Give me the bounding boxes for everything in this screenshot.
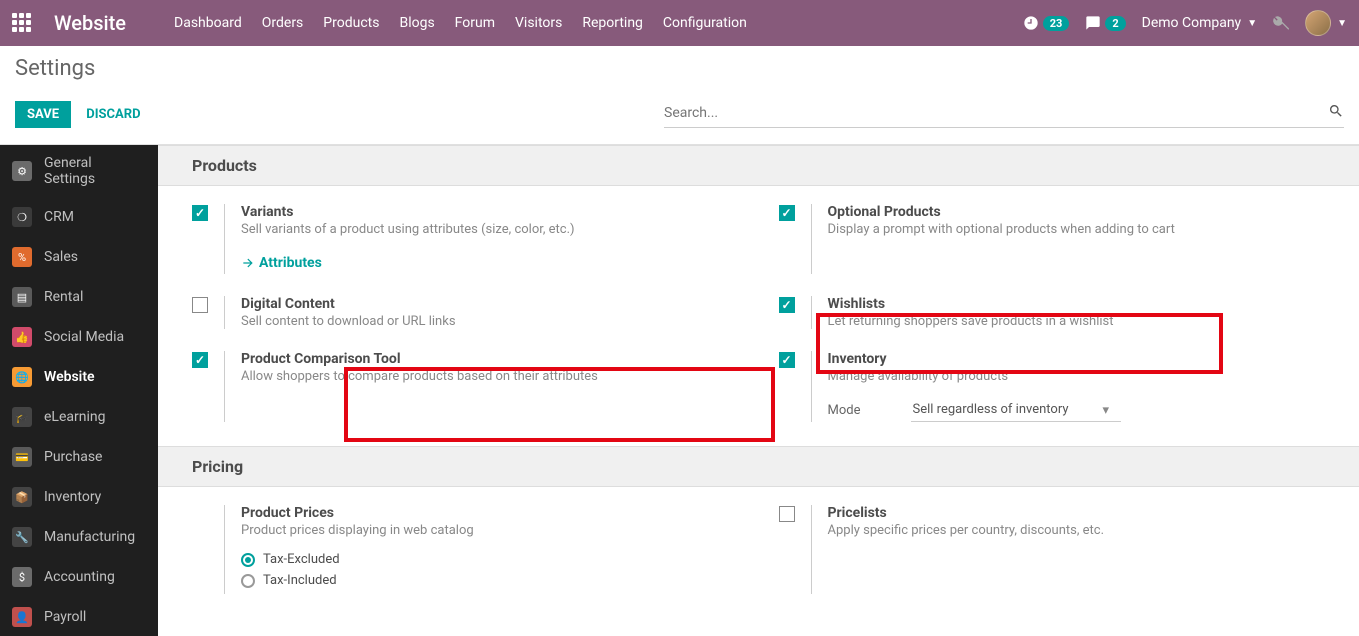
sidebar-icon: $ [12,567,32,587]
setting-pricelists: Pricelists Apply specific prices per cou… [759,487,1346,598]
select-inventory-mode[interactable] [911,398,1121,422]
sidebar-item-inventory[interactable]: 📦 Inventory [0,477,158,517]
apps-icon[interactable] [12,13,32,33]
arrow-right-icon [241,256,255,270]
company-switcher[interactable]: Demo Company▼ [1142,15,1257,31]
save-button[interactable]: SAVE [15,101,71,128]
settings-sidebar: ⚙ General Settings ❍ CRM% Sales ▤ Rental 👍 Socia… [0,145,158,636]
messages-button[interactable]: 2 [1085,15,1125,31]
nav-orders[interactable]: Orders [262,15,304,31]
sidebar-item-website[interactable]: 🌐 Website [0,357,158,397]
link-attributes[interactable]: Attributes [241,255,322,271]
clock-icon [1023,15,1039,31]
top-nav: Website Dashboard Orders Products Blogs … [0,0,1359,46]
desc-variants: Sell variants of a product using attribu… [241,222,739,237]
nav-blogs[interactable]: Blogs [399,15,434,31]
nav-visitors[interactable]: Visitors [515,15,562,31]
sidebar-icon: 🔧 [12,527,32,547]
radio-tax-excluded[interactable]: Tax-Excluded [241,552,739,567]
sidebar-icon: 🎓 [12,407,32,427]
search-input[interactable] [664,99,1328,127]
sidebar-icon: ⚙ [12,161,32,181]
sidebar-item-label: Accounting [44,569,115,585]
checkbox-optional[interactable] [779,205,795,221]
setting-comparison: Product Comparison Tool Allow shoppers t… [172,333,759,426]
sidebar-icon: ▤ [12,287,32,307]
sidebar-item-label: Rental [44,289,83,305]
search-icon[interactable] [1328,103,1344,123]
checkbox-digital[interactable] [192,297,208,313]
page-title: Settings [15,56,153,81]
radio-icon [241,553,255,567]
sidebar-item-rental[interactable]: ▤ Rental [0,277,158,317]
setting-variants: Variants Sell variants of a product usin… [172,186,759,278]
sidebar-item-label: eLearning [44,409,105,425]
sidebar-icon: 👍 [12,327,32,347]
sidebar-item-label: Inventory [44,489,101,505]
user-menu[interactable]: ▼ [1305,10,1347,36]
activities-button[interactable]: 23 [1023,15,1070,31]
checkbox-wishlists[interactable] [779,297,795,313]
nav-products[interactable]: Products [323,15,379,31]
avatar [1305,10,1331,36]
sidebar-item-label: CRM [44,209,74,225]
sidebar-item-label: Social Media [44,329,124,345]
sidebar-item-general-settings[interactable]: ⚙ General Settings [0,145,158,197]
nav-configuration[interactable]: Configuration [663,15,747,31]
sidebar-item-label: Manufacturing [44,529,135,545]
messages-badge: 2 [1105,16,1125,31]
label-inventory-mode: Mode [828,403,861,418]
debug-icon[interactable] [1273,15,1289,31]
chevron-down-icon: ▼ [1337,18,1347,29]
checkbox-comparison[interactable] [192,352,208,368]
sidebar-icon: 📦 [12,487,32,507]
setting-optional: Optional Products Display a prompt with … [759,186,1346,278]
checkbox-pricelists[interactable] [779,506,795,522]
sidebar-icon: 🌐 [12,367,32,387]
activities-badge: 23 [1043,16,1070,31]
sidebar-icon: % [12,247,32,267]
radio-icon [241,574,255,588]
sidebar-icon: ❍ [12,207,32,227]
sidebar-item-purchase[interactable]: 💳 Purchase [0,437,158,477]
sidebar-item-label: Payroll [44,609,86,625]
sidebar-item-label: General Settings [44,155,146,187]
chat-icon [1085,15,1101,31]
setting-wishlists: Wishlists Let returning shoppers save pr… [759,278,1346,333]
sidebar-item-sales[interactable]: % Sales [0,237,158,277]
control-panel: Settings SAVE DISCARD [0,46,1359,145]
chevron-down-icon: ▼ [1247,18,1257,29]
label-variants: Variants [241,204,739,220]
sidebar-item-accounting[interactable]: $ Accounting [0,557,158,597]
sidebar-item-label: Sales [44,249,78,265]
sidebar-item-manufacturing[interactable]: 🔧 Manufacturing [0,517,158,557]
sidebar-item-crm[interactable]: ❍ CRM [0,197,158,237]
nav-menu: Dashboard Orders Products Blogs Forum Vi… [174,15,747,31]
radio-tax-included[interactable]: Tax-Included [241,573,739,588]
brand[interactable]: Website [54,11,126,35]
discard-button[interactable]: DISCARD [74,101,152,128]
sidebar-item-social-media[interactable]: 👍 Social Media [0,317,158,357]
nav-dashboard[interactable]: Dashboard [174,15,242,31]
setting-product-prices: Product Prices Product prices displaying… [172,487,759,598]
settings-content: Products Variants Sell variants of a pro… [158,145,1359,636]
section-pricing-title: Pricing [158,446,1359,487]
sidebar-item-label: Website [44,369,95,385]
sidebar-icon: 👤 [12,607,32,627]
sidebar-icon: 💳 [12,447,32,467]
checkbox-inventory[interactable] [779,352,795,368]
sidebar-item-label: Purchase [44,449,102,465]
nav-forum[interactable]: Forum [455,15,495,31]
nav-reporting[interactable]: Reporting [582,15,643,31]
setting-inventory: Inventory Manage availability of product… [759,333,1346,426]
sidebar-item-elearning[interactable]: 🎓 eLearning [0,397,158,437]
sidebar-item-payroll[interactable]: 👤 Payroll [0,597,158,636]
setting-digital: Digital Content Sell content to download… [172,278,759,333]
section-products-title: Products [158,145,1359,186]
checkbox-variants[interactable] [192,205,208,221]
